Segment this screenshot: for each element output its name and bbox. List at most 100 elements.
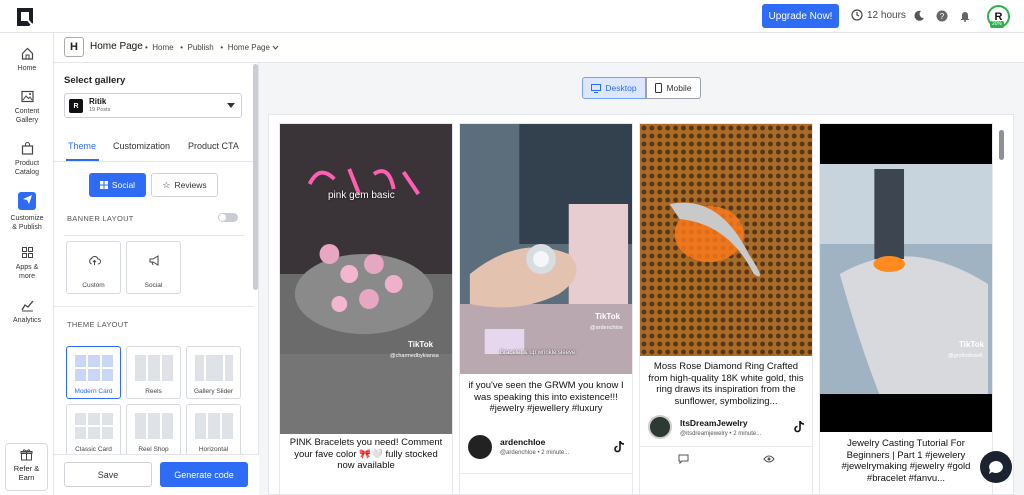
sidebar-item-customize-publish[interactable]: Customize & Publish <box>0 192 54 232</box>
post-media-image <box>820 124 992 432</box>
monitor-icon <box>591 83 602 93</box>
tiktok-icon[interactable] <box>614 441 624 453</box>
gallery-select[interactable]: R Ritik 19 Posts <box>64 93 242 118</box>
phone-icon <box>655 83 663 93</box>
post-caption: PINK Bracelets you need! Comment your fa… <box>289 437 443 471</box>
megaphone-icon <box>149 255 159 266</box>
sidebar-item-apps[interactable]: Apps & more <box>0 246 54 281</box>
tab-product-cta[interactable]: Product CTA <box>188 141 239 151</box>
banner-option-label: Custom <box>82 282 105 289</box>
sidebar: Home Content Gallery Product Catalog Cus… <box>0 33 54 495</box>
post-caption: if you've seen the GRWM you know I was s… <box>468 380 624 414</box>
post-card[interactable]: Bracelet & up wrinkle sleeve TikTok @ard… <box>459 123 633 495</box>
sidebar-item-product-catalog[interactable]: Product Catalog <box>0 142 54 177</box>
divider <box>64 235 244 236</box>
post-card[interactable]: pink gem basic TikTok @charmedbykiansa P… <box>279 123 453 495</box>
post-overlay-text: pink gem basic <box>328 190 395 201</box>
theme-option-classic-card[interactable]: Classic Card <box>66 404 121 457</box>
avatar <box>468 435 492 459</box>
desktop-view-label: Desktop <box>605 83 637 93</box>
timer-label: 12 hours <box>867 9 906 21</box>
banner-option-social[interactable]: Social <box>126 241 181 294</box>
theme-option-modern-card[interactable]: Modern Card <box>66 346 121 399</box>
sidebar-item-home[interactable]: Home <box>0 47 54 73</box>
theme-option-label: Reel Shop <box>138 446 169 453</box>
divider <box>54 306 253 307</box>
post-media-image <box>640 124 812 356</box>
gift-icon <box>20 449 33 461</box>
page-badge: H <box>64 37 84 57</box>
breadcrumb-current[interactable]: Home Page <box>228 43 270 52</box>
select-gallery-label: Select gallery <box>64 75 126 86</box>
post-handle: @charmedbykiansa <box>390 353 439 359</box>
refer-earn-button[interactable]: Refer & Earn <box>5 443 48 491</box>
sidebar-item-label: Apps & more <box>15 264 39 280</box>
post-caption: Moss Rose Diamond Ring Crafted from high… <box>648 361 804 407</box>
panel-scrollbar[interactable] <box>253 64 258 290</box>
desktop-view-button[interactable]: Desktop <box>582 77 646 99</box>
gallery-avatar: R <box>69 99 83 113</box>
post-overlay-text: Bracelet & up wrinkle sleeve <box>500 350 576 356</box>
bell-icon[interactable] <box>959 10 971 22</box>
breadcrumb-publish[interactable]: Publish <box>188 43 214 52</box>
app-logo-icon[interactable] <box>14 6 36 28</box>
sidebar-item-label: Analytics <box>12 317 41 324</box>
page-title: Home Page <box>90 41 143 52</box>
theme-option-reel-shop[interactable]: Reel Shop <box>126 404 181 457</box>
social-button[interactable]: Social <box>89 173 146 197</box>
preview-scrollbar[interactable] <box>999 130 1004 160</box>
chat-icon <box>989 460 1003 474</box>
moon-icon[interactable] <box>913 10 925 22</box>
sidebar-item-label: Product Catalog <box>14 160 40 176</box>
tiktok-icon[interactable] <box>794 421 804 433</box>
theme-option-label: Modern Card <box>74 388 113 395</box>
mobile-view-button[interactable]: Mobile <box>646 77 701 99</box>
theme-option-reels[interactable]: Reels <box>126 346 181 399</box>
theme-option-label: Reels <box>145 388 162 395</box>
breadcrumb-home[interactable]: Home <box>152 43 173 52</box>
banner-layout-toggle[interactable] <box>218 213 238 222</box>
post-meta: @itsdreamjewelry • 2 minute... <box>680 431 762 437</box>
chevron-down-icon <box>227 103 235 108</box>
layout-thumbnail-icon <box>75 413 113 439</box>
star-icon: ☆ <box>162 179 171 190</box>
social-button-label: Social <box>111 180 136 190</box>
comment-icon[interactable] <box>678 454 689 464</box>
theme-option-label: Horizontal <box>198 446 229 453</box>
gallery-name: Ritik <box>89 97 107 106</box>
send-icon <box>22 194 32 204</box>
chat-button[interactable] <box>980 451 1012 483</box>
tab-theme[interactable]: Theme <box>68 141 96 151</box>
sidebar-item-analytics[interactable]: Analytics <box>0 299 54 325</box>
reviews-button[interactable]: ☆ Reviews <box>151 173 218 197</box>
post-card[interactable]: Moss Rose Diamond Ring Crafted from high… <box>639 123 813 495</box>
theme-option-horizontal[interactable]: Horizontal <box>186 404 241 457</box>
chevron-down-icon[interactable] <box>272 45 279 50</box>
generate-code-button[interactable]: Generate code <box>160 462 248 487</box>
help-icon[interactable]: ? <box>936 10 948 22</box>
post-username[interactable]: ItsDreamJewelry <box>680 418 748 428</box>
banner-layout-label: BANNER LAYOUT <box>67 214 134 223</box>
eye-icon[interactable] <box>763 455 775 463</box>
layout-thumbnail-icon <box>195 413 233 439</box>
banner-option-custom[interactable]: Custom <box>66 241 121 294</box>
sidebar-item-label: Home <box>17 65 37 72</box>
tab-active-indicator <box>66 159 99 161</box>
analytics-icon <box>20 300 33 312</box>
avatar <box>648 415 672 439</box>
post-username[interactable]: ardenchloe <box>500 437 545 447</box>
post-caption: Jewelry Casting Tutorial For Beginners |… <box>841 438 971 484</box>
sidebar-item-label: Customize & Publish <box>10 215 44 231</box>
trial-timer[interactable]: 12 hours <box>851 9 906 21</box>
bag-icon <box>21 142 33 155</box>
cloud-upload-icon <box>89 256 101 265</box>
image-icon <box>20 90 34 103</box>
sidebar-item-content-gallery[interactable]: Content Gallery <box>0 90 54 125</box>
tab-customization[interactable]: Customization <box>113 141 170 151</box>
upgrade-button[interactable]: Upgrade Now! <box>762 4 839 28</box>
theme-option-gallery-slider[interactable]: Gallery Slider <box>186 346 241 399</box>
layout-thumbnail-icon <box>135 355 173 381</box>
post-card[interactable]: TikTok @grottodvze8 Jewelry Casting Tuto… <box>819 123 993 495</box>
gallery-post-count: 19 Posts <box>89 107 111 113</box>
save-button[interactable]: Save <box>64 462 152 487</box>
